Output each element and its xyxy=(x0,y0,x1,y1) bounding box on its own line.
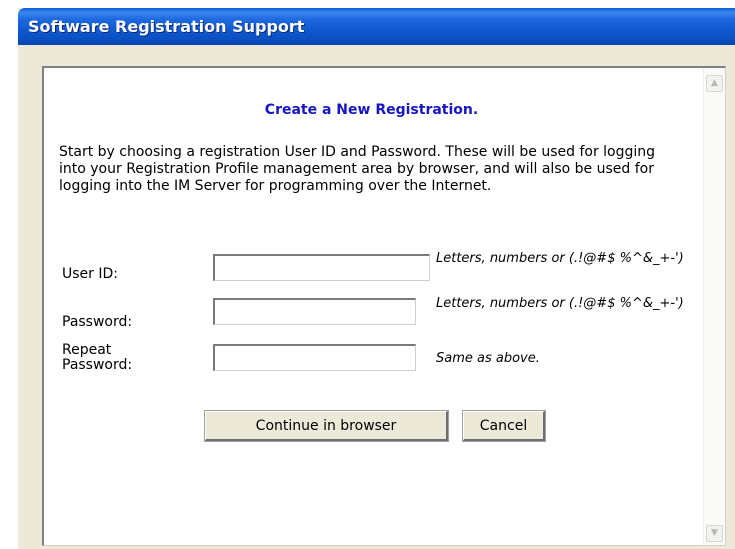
scroll-down-arrow-icon[interactable]: ▼ xyxy=(706,525,723,542)
password-label: Password: xyxy=(62,314,133,330)
user-id-hint: Letters, numbers or (.!@#$ %^&_+-') xyxy=(436,251,684,266)
user-id-label: User ID: xyxy=(62,266,118,282)
vertical-scrollbar[interactable]: ▲ ▼ xyxy=(703,68,725,545)
scroll-up-arrow-icon[interactable]: ▲ xyxy=(706,75,723,92)
form-heading: Create a New Registration. xyxy=(264,102,479,118)
content-frame: Create a New Registration. Start by choo… xyxy=(42,66,726,546)
cancel-button[interactable]: Cancel xyxy=(462,410,546,442)
continue-in-browser-button[interactable]: Continue in browser xyxy=(204,410,449,442)
repeat-password-label: Repeat Password: xyxy=(62,342,133,373)
intro-text: Start by choosing a registration User ID… xyxy=(59,144,656,194)
password-field[interactable] xyxy=(213,298,416,325)
repeat-password-field[interactable] xyxy=(213,344,416,371)
registration-window: Software Registration Support Create a N… xyxy=(18,8,735,549)
window-title: Software Registration Support xyxy=(28,17,305,36)
repeat-password-hint: Same as above. xyxy=(436,351,540,366)
password-hint: Letters, numbers or (.!@#$ %^&_+-') xyxy=(436,296,684,311)
title-bar[interactable]: Software Registration Support xyxy=(18,8,735,45)
user-id-field[interactable] xyxy=(213,254,430,281)
